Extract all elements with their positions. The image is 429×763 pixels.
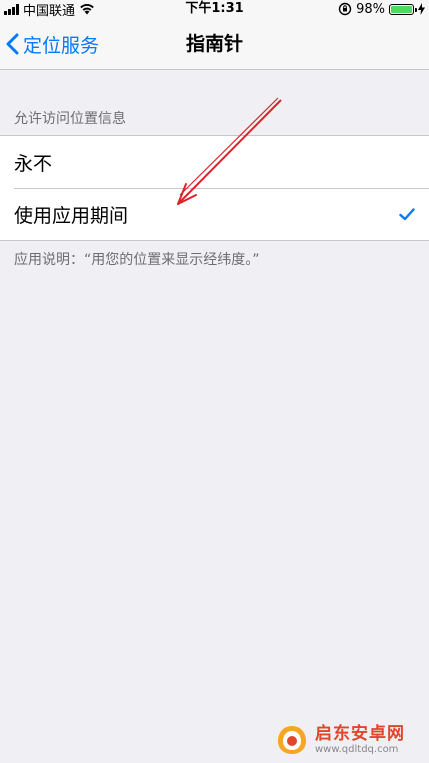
checkmark-icon xyxy=(399,188,415,240)
section-footer: 应用说明：“用您的位置来显示经纬度。” xyxy=(14,252,260,268)
option-never[interactable]: 永不 xyxy=(0,136,429,188)
option-while-using[interactable]: 使用应用期间 xyxy=(0,188,429,240)
back-button[interactable]: 定位服务 xyxy=(6,18,99,70)
option-label: 使用应用期间 xyxy=(14,204,129,227)
option-label: 永不 xyxy=(14,152,53,175)
watermark-text: 启东安卓网 www.qdltdq.com xyxy=(315,725,405,755)
charging-bolt-icon xyxy=(418,3,425,15)
watermark-name: 启东安卓网 xyxy=(315,724,405,745)
status-bar: 中国联通 下午1:31 98% xyxy=(0,0,429,19)
location-access-options: 永不 使用应用期间 xyxy=(0,135,429,241)
status-right: 98% xyxy=(338,0,425,18)
watermark-url: www.qdltdq.com xyxy=(315,743,399,755)
watermark-logo: 启东安卓网 www.qdltdq.com xyxy=(275,723,405,757)
chevron-left-icon xyxy=(6,33,19,55)
back-button-label: 定位服务 xyxy=(23,34,100,57)
navigation-bar: 指南针 定位服务 xyxy=(0,18,429,70)
battery-percent: 98% xyxy=(356,1,385,17)
battery-fill xyxy=(391,5,412,13)
section-header: 允许访问位置信息 xyxy=(14,111,126,127)
battery-icon xyxy=(389,3,417,15)
watermark-icon xyxy=(278,726,306,754)
orientation-lock-icon xyxy=(338,2,352,16)
